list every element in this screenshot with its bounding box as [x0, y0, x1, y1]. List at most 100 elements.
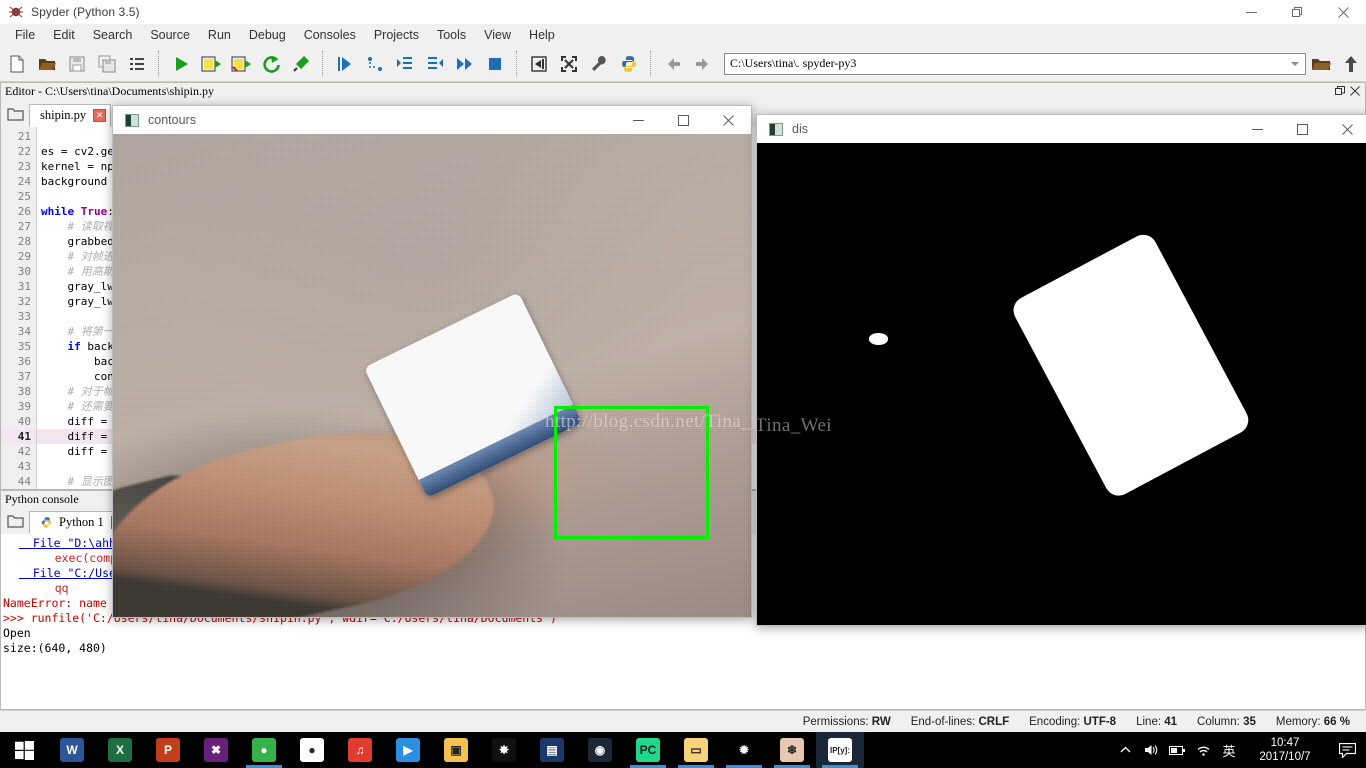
menu-edit[interactable]: Edit: [44, 26, 84, 44]
battery-icon[interactable]: [1164, 732, 1190, 768]
menu-tools[interactable]: Tools: [428, 26, 475, 44]
forward-arrow-icon[interactable]: [688, 49, 718, 79]
ime-indicator[interactable]: 英: [1216, 732, 1242, 768]
taskbar-visual-studio-icon[interactable]: ✖: [192, 732, 240, 768]
status-label: End-of-lines:: [910, 715, 979, 728]
vmware-icon: ▣: [444, 738, 468, 762]
save-all-icon[interactable]: [92, 49, 122, 79]
taskbar-image-viewer-icon[interactable]: ❄: [768, 732, 816, 768]
menu-consoles[interactable]: Consoles: [295, 26, 365, 44]
taskbar-ipython-spyder-icon[interactable]: IP[y]:: [816, 732, 864, 768]
working-directory-combobox[interactable]: C:\Users\tina\. spyder-py3: [724, 52, 1306, 75]
menu-help[interactable]: Help: [520, 26, 564, 44]
dis-close-button[interactable]: [1325, 115, 1366, 143]
clock[interactable]: 10:47 2017/10/7: [1242, 732, 1328, 768]
parent-directory-icon[interactable]: [1336, 49, 1366, 79]
browse-tabs-icon[interactable]: [5, 510, 25, 532]
maximize-pane-icon[interactable]: [524, 49, 554, 79]
step-into-icon[interactable]: [390, 49, 420, 79]
run-file-icon[interactable]: [166, 49, 196, 79]
open-file-icon[interactable]: [32, 49, 62, 79]
volume-icon[interactable]: [1138, 732, 1164, 768]
taskbar-jetbrains-icon[interactable]: ▤: [528, 732, 576, 768]
contours-window[interactable]: contours http://blog.csdn.net/Tina_: [112, 105, 752, 618]
action-center-icon[interactable]: [1328, 732, 1366, 768]
sogou-browser-icon: ●: [252, 738, 276, 762]
netease-music-icon: ♫: [348, 738, 372, 762]
menu-source[interactable]: Source: [141, 26, 199, 44]
dis-maximize-button[interactable]: [1280, 115, 1325, 143]
line-number: 31: [17, 280, 31, 293]
menu-debug[interactable]: Debug: [240, 26, 295, 44]
editor-tab-shipin-py[interactable]: shipin.py ✕: [29, 104, 112, 127]
taskbar-sogou-browser-icon[interactable]: ●: [240, 732, 288, 768]
clock-date: 2017/10/7: [1259, 751, 1311, 763]
contours-window-controls: [616, 106, 751, 134]
status-label: Encoding:: [1029, 715, 1084, 728]
contours-titlebar[interactable]: contours: [113, 106, 751, 134]
stop-debug-icon[interactable]: [480, 49, 510, 79]
fullscreen-icon[interactable]: [554, 49, 584, 79]
save-file-icon[interactable]: [62, 49, 92, 79]
contours-close-button[interactable]: [706, 106, 751, 134]
taskbar-anaconda-icon[interactable]: ✸: [480, 732, 528, 768]
undock-icon[interactable]: [1335, 85, 1345, 99]
windows-start-icon[interactable]: [0, 732, 48, 768]
taskbar-word-icon[interactable]: W: [48, 732, 96, 768]
configure-run-icon[interactable]: [286, 49, 316, 79]
taskbar-qq-icon[interactable]: ●: [288, 732, 336, 768]
show-hidden-icons[interactable]: [1112, 732, 1138, 768]
close-button[interactable]: [1320, 0, 1366, 24]
minimize-button[interactable]: [1228, 0, 1274, 24]
browse-tabs-icon[interactable]: [5, 103, 25, 125]
contours-maximize-button[interactable]: [661, 106, 706, 134]
taskbar-steam-icon[interactable]: ◉: [576, 732, 624, 768]
re-run-icon[interactable]: [256, 49, 286, 79]
taskbar-vmware-icon[interactable]: ▣: [432, 732, 480, 768]
window-controls: [1228, 0, 1366, 24]
browse-directory-icon[interactable]: [1306, 49, 1336, 79]
run-cell-icon[interactable]: [196, 49, 226, 79]
line-number: 44: [17, 475, 31, 488]
menu-search[interactable]: Search: [84, 26, 142, 44]
step-over-icon[interactable]: [360, 49, 390, 79]
menu-run[interactable]: Run: [199, 26, 240, 44]
noise-blob: [868, 333, 889, 345]
close-pane-icon[interactable]: [1350, 85, 1360, 99]
new-file-icon[interactable]: [2, 49, 32, 79]
taskbar-thunder-icon[interactable]: ▶: [384, 732, 432, 768]
preferences-icon[interactable]: [584, 49, 614, 79]
chevron-down-icon[interactable]: [1291, 61, 1299, 66]
continue-icon[interactable]: [450, 49, 480, 79]
step-return-icon[interactable]: [420, 49, 450, 79]
status-line: Line: 41: [1126, 716, 1187, 728]
taskbar-powerpoint-icon[interactable]: P: [144, 732, 192, 768]
pythonpath-icon[interactable]: [614, 49, 644, 79]
wifi-icon[interactable]: [1190, 732, 1216, 768]
dis-minimize-button[interactable]: [1235, 115, 1280, 143]
status-label: Permissions:: [802, 715, 872, 728]
list-icon[interactable]: [122, 49, 152, 79]
dis-window[interactable]: dis Tina_Wei: [756, 114, 1366, 626]
ipython-spyder-icon: IP[y]:: [828, 738, 852, 762]
back-arrow-icon[interactable]: [658, 49, 688, 79]
close-icon[interactable]: ✕: [93, 109, 107, 122]
jetbrains-icon: ▤: [540, 738, 564, 762]
threshold-frame: Tina_Wei: [757, 143, 1366, 625]
status-value: RW: [871, 715, 891, 728]
taskbar-netease-music-icon[interactable]: ♫: [336, 732, 384, 768]
taskbar-excel-icon[interactable]: X: [96, 732, 144, 768]
dis-titlebar[interactable]: dis: [757, 115, 1366, 143]
opencv-window-icon: [769, 122, 783, 136]
taskbar-file-explorer-icon[interactable]: ▭: [672, 732, 720, 768]
menu-view[interactable]: View: [475, 26, 520, 44]
menu-projects[interactable]: Projects: [365, 26, 428, 44]
run-cell-advance-icon[interactable]: [226, 49, 256, 79]
debug-file-icon[interactable]: [330, 49, 360, 79]
taskbar-pycharm-icon[interactable]: PC: [624, 732, 672, 768]
restore-button[interactable]: [1274, 0, 1320, 24]
contours-minimize-button[interactable]: [616, 106, 661, 134]
menu-file[interactable]: File: [6, 26, 44, 44]
taskbar-spider-app-icon[interactable]: ✹: [720, 732, 768, 768]
line-number: 43: [17, 460, 31, 473]
